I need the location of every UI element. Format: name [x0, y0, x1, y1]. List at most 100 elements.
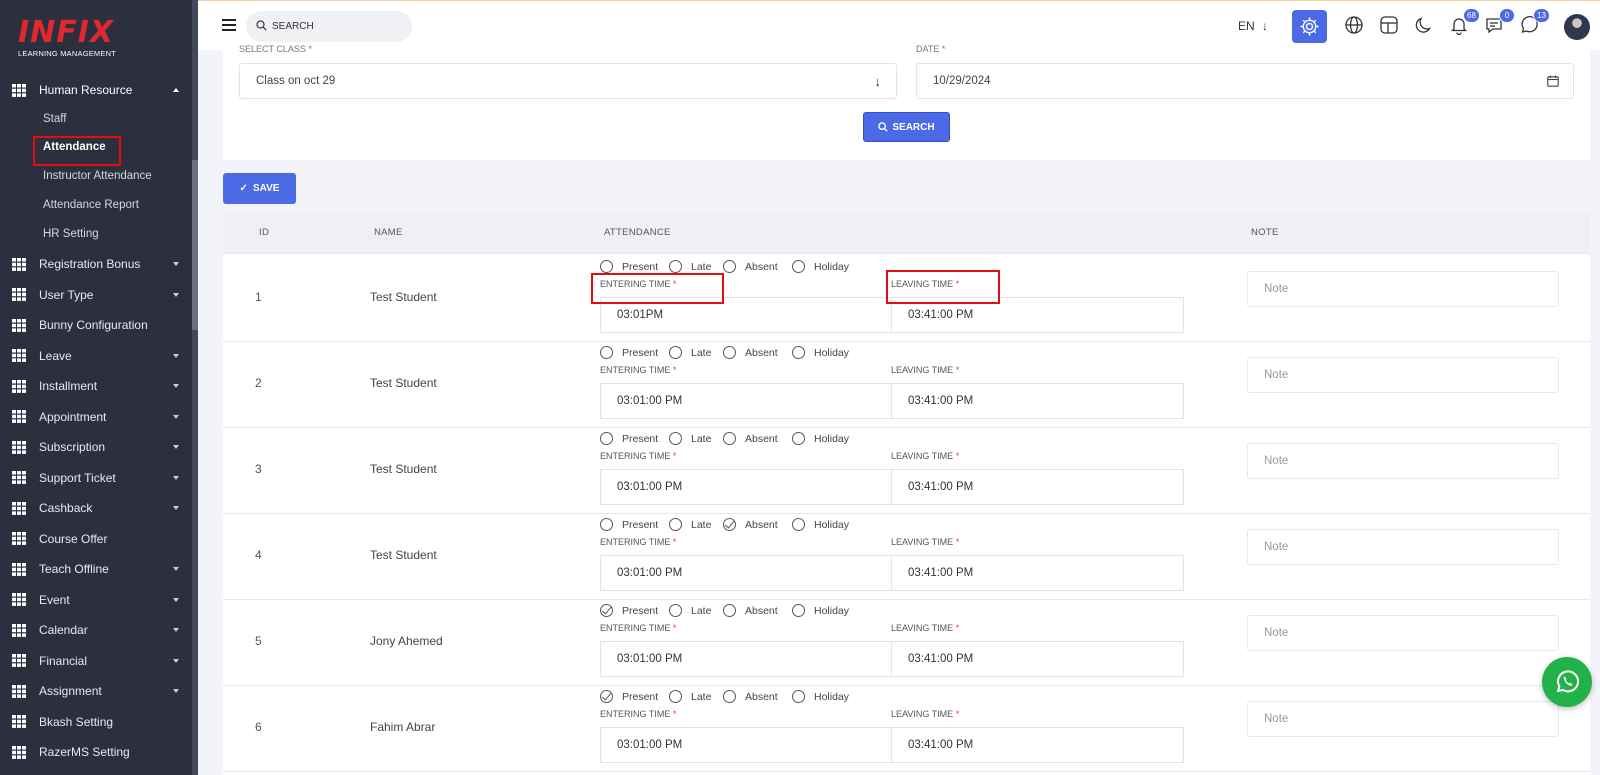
- radio-circle-icon[interactable]: [600, 346, 613, 359]
- radio-circle-icon[interactable]: [600, 690, 613, 703]
- language-selector[interactable]: EN ↓: [1238, 19, 1268, 33]
- radio-absent[interactable]: Absent: [723, 604, 778, 617]
- radio-circle-icon[interactable]: [723, 518, 736, 531]
- radio-present[interactable]: Present: [600, 260, 658, 273]
- radio-circle-icon[interactable]: [792, 260, 805, 273]
- radio-late[interactable]: Late: [669, 690, 711, 703]
- app-logo[interactable]: INFIX LEARNING MANAGEMENT: [18, 18, 128, 60]
- entering-time-input[interactable]: 03:01:00 PM: [600, 469, 893, 505]
- note-input[interactable]: Note: [1247, 443, 1559, 479]
- leaving-time-input[interactable]: 03:41:00 PM: [891, 469, 1184, 505]
- sidebar-item-registration-bonus[interactable]: Registration Bonus: [0, 250, 192, 278]
- radio-circle-icon[interactable]: [600, 432, 613, 445]
- radio-circle-icon[interactable]: [792, 432, 805, 445]
- radio-present[interactable]: Present: [600, 518, 658, 531]
- sidebar-item-event[interactable]: Event: [0, 586, 192, 614]
- radio-late[interactable]: Late: [669, 260, 711, 273]
- bell-icon[interactable]: 68: [1449, 8, 1480, 37]
- settings-button[interactable]: [1292, 10, 1327, 43]
- sidebar-item-financial[interactable]: Financial: [0, 647, 192, 675]
- sidebar-item-assignment[interactable]: Assignment: [0, 677, 192, 705]
- entering-time-input[interactable]: 03:01PM: [600, 297, 893, 333]
- radio-late[interactable]: Late: [669, 518, 711, 531]
- entering-time-input[interactable]: 03:01:00 PM: [600, 727, 893, 763]
- radio-absent[interactable]: Absent: [723, 518, 778, 531]
- radio-present[interactable]: Present: [600, 346, 658, 359]
- whatsapp-chat-button[interactable]: [1542, 657, 1592, 707]
- sidebar-subitem-hr-setting[interactable]: HR Setting: [43, 228, 99, 240]
- class-select[interactable]: Class on oct 29 ↓: [239, 63, 897, 99]
- radio-circle-icon[interactable]: [723, 604, 736, 617]
- radio-late[interactable]: Late: [669, 346, 711, 359]
- radio-circle-icon[interactable]: [600, 604, 613, 617]
- radio-circle-icon[interactable]: [669, 604, 682, 617]
- sidebar-item-teach-offline[interactable]: Teach Offline: [0, 555, 192, 583]
- radio-circle-icon[interactable]: [669, 690, 682, 703]
- radio-circle-icon[interactable]: [792, 690, 805, 703]
- sidebar-item-human-resource[interactable]: Human Resource: [0, 76, 192, 104]
- radio-holiday[interactable]: Holiday: [792, 260, 849, 273]
- radio-circle-icon[interactable]: [669, 260, 682, 273]
- leaving-time-input[interactable]: 03:41:00 PM: [891, 297, 1184, 333]
- radio-late[interactable]: Late: [669, 432, 711, 445]
- radio-present[interactable]: Present: [600, 604, 658, 617]
- entering-time-input[interactable]: 03:01:00 PM: [600, 555, 893, 591]
- radio-holiday[interactable]: Holiday: [792, 432, 849, 445]
- radio-absent[interactable]: Absent: [723, 432, 778, 445]
- radio-holiday[interactable]: Holiday: [792, 690, 849, 703]
- note-input[interactable]: Note: [1247, 529, 1559, 565]
- radio-circle-icon[interactable]: [723, 690, 736, 703]
- radio-circle-icon[interactable]: [792, 518, 805, 531]
- sidebar-scroll-thumb[interactable]: [192, 160, 198, 330]
- radio-circle-icon[interactable]: [669, 518, 682, 531]
- radio-absent[interactable]: Absent: [723, 260, 778, 273]
- radio-holiday[interactable]: Holiday: [792, 518, 849, 531]
- sidebar-item-calendar[interactable]: Calendar: [0, 616, 192, 644]
- note-input[interactable]: Note: [1247, 357, 1559, 393]
- radio-circle-icon[interactable]: [723, 260, 736, 273]
- sidebar-item-user-type[interactable]: User Type: [0, 281, 192, 309]
- radio-late[interactable]: Late: [669, 604, 711, 617]
- radio-circle-icon[interactable]: [600, 518, 613, 531]
- menu-icon[interactable]: [222, 19, 236, 31]
- entering-time-input[interactable]: 03:01:00 PM: [600, 383, 893, 419]
- leaving-time-input[interactable]: 03:41:00 PM: [891, 641, 1184, 677]
- radio-circle-icon[interactable]: [669, 432, 682, 445]
- radio-present[interactable]: Present: [600, 432, 658, 445]
- radio-holiday[interactable]: Holiday: [792, 346, 849, 359]
- leaving-time-input[interactable]: 03:41:00 PM: [891, 727, 1184, 763]
- radio-circle-icon[interactable]: [792, 604, 805, 617]
- radio-circle-icon[interactable]: [669, 346, 682, 359]
- sidebar-item-course-offer[interactable]: Course Offer: [0, 525, 192, 553]
- moon-icon[interactable]: [1414, 15, 1436, 37]
- sidebar-item-installment[interactable]: Installment: [0, 372, 192, 400]
- layout-icon[interactable]: [1379, 15, 1401, 37]
- note-input[interactable]: Note: [1247, 615, 1559, 651]
- sidebar-item-subscription[interactable]: Subscription: [0, 433, 192, 461]
- date-input[interactable]: 10/29/2024: [916, 63, 1574, 99]
- radio-holiday[interactable]: Holiday: [792, 604, 849, 617]
- avatar[interactable]: [1564, 14, 1590, 40]
- radio-present[interactable]: Present: [600, 690, 658, 703]
- sidebar-item-cashback[interactable]: Cashback: [0, 494, 192, 522]
- search-button[interactable]: SEARCH: [863, 112, 950, 142]
- radio-circle-icon[interactable]: [792, 346, 805, 359]
- radio-circle-icon[interactable]: [600, 260, 613, 273]
- sidebar-item-bunny-configuration[interactable]: Bunny Configuration: [0, 311, 192, 339]
- message-icon[interactable]: 0: [1484, 8, 1515, 37]
- save-button[interactable]: ✓ SAVE: [223, 173, 296, 204]
- sidebar-subitem-attendance[interactable]: Attendance: [43, 141, 106, 153]
- sidebar-item-support-ticket[interactable]: Support Ticket: [0, 464, 192, 492]
- radio-absent[interactable]: Absent: [723, 346, 778, 359]
- sidebar-subitem-instructor-attendance[interactable]: Instructor Attendance: [43, 170, 152, 182]
- sidebar-scrollbar[interactable]: [192, 0, 198, 775]
- note-input[interactable]: Note: [1247, 701, 1559, 737]
- entering-time-input[interactable]: 03:01:00 PM: [600, 641, 893, 677]
- note-input[interactable]: Note: [1247, 271, 1559, 307]
- sidebar-item-appointment[interactable]: Appointment: [0, 403, 192, 431]
- search-input[interactable]: [272, 18, 402, 35]
- sidebar-item-leave[interactable]: Leave: [0, 342, 192, 370]
- radio-circle-icon[interactable]: [723, 432, 736, 445]
- radio-circle-icon[interactable]: [723, 346, 736, 359]
- sidebar-item-razerms-setting[interactable]: RazerMS Setting: [0, 738, 192, 766]
